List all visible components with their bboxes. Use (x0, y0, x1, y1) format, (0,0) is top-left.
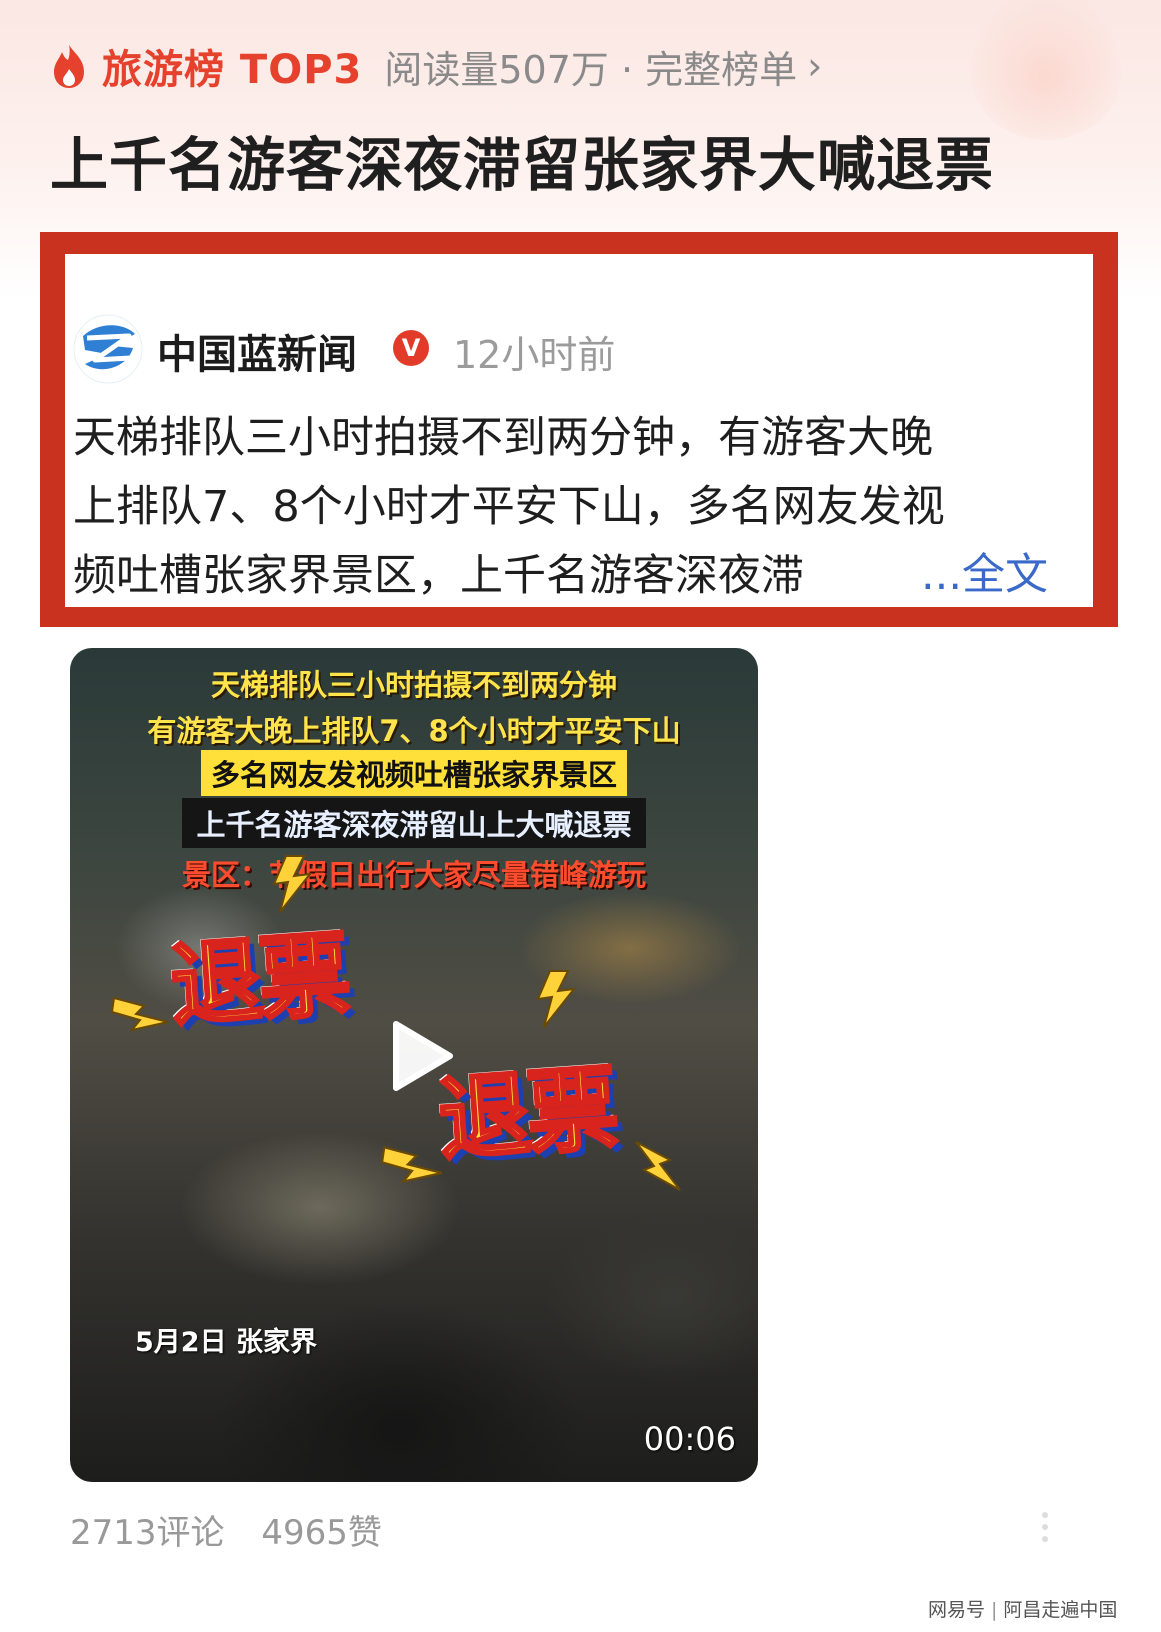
dot (1042, 1524, 1048, 1530)
watermark-separator: | (991, 1599, 998, 1621)
fire-icon (54, 45, 84, 88)
watermark: 网易号 | 阿昌走遍中国 (928, 1595, 1117, 1622)
avatar[interactable] (73, 314, 143, 384)
post-card-highlight: 中国蓝新闻 V 12小时前 天梯排队三小时拍摄不到两分钟，有游客大晚 上排队7、… (40, 232, 1118, 627)
source-name[interactable]: 中国蓝新闻 (157, 322, 357, 380)
read-full-link[interactable]: ...全文 (921, 540, 1048, 602)
post-stats: 2713评论 4965赞 (70, 1505, 408, 1554)
post-time: 12小时前 (453, 333, 616, 377)
verified-icon: V (393, 330, 429, 366)
like-count[interactable]: 4965赞 (261, 1513, 382, 1553)
dot (1042, 1512, 1048, 1518)
post-text-line: 上排队7、8个小时才平安下山，多名网友发视 (73, 482, 945, 532)
video-caption-line: 天梯排队三小时拍摄不到两分钟 (210, 668, 617, 702)
video-caption-line: 有游客大晚上排队7、8个小时才平安下山 (147, 714, 681, 748)
video-player[interactable]: 天梯排队三小时拍摄不到两分钟 有游客大晚上排队7、8个小时才平安下山 多名网友发… (70, 648, 758, 1482)
lightning-icon (380, 1145, 443, 1184)
ranking-meta[interactable]: 阅读量507万 · 完整榜单 (384, 39, 797, 94)
play-icon[interactable] (378, 1016, 458, 1096)
page-title: 上千名游客深夜滞留张家界大喊退票 (50, 131, 995, 199)
chevron-right-icon[interactable]: › (807, 44, 822, 88)
comment-count[interactable]: 2713评论 (70, 1513, 225, 1553)
video-caption-line: 多名网友发视频吐槽张家界景区 (70, 750, 758, 796)
lightning-icon (536, 970, 577, 1028)
lightning-icon (635, 1141, 681, 1191)
video-caption-text: 上千名游客深夜滞留山上大喊退票 (182, 798, 646, 848)
sticker-refund-text: 退票 (166, 919, 352, 1041)
more-dots-icon[interactable] (1042, 1512, 1050, 1548)
video-caption-line: 景区：节假日出行大家尽量错峰游玩 (181, 858, 646, 892)
watermark-account: 阿昌走遍中国 (1003, 1599, 1118, 1621)
ranking-bar[interactable]: 旅游榜 TOP3 阅读量507万 · 完整榜单 › (50, 36, 822, 96)
video-duration: 00:06 (643, 1420, 736, 1458)
post-card[interactable]: 中国蓝新闻 V 12小时前 天梯排队三小时拍摄不到两分钟，有游客大晚 上排队7、… (65, 254, 1093, 607)
watermark-platform: 网易号 (928, 1599, 986, 1621)
video-caption-text: 多名网友发视频吐槽张家界景区 (200, 750, 627, 796)
post-text-line: 天梯排队三小时拍摄不到两分钟，有游客大晚 (73, 413, 933, 463)
lightning-icon (110, 996, 169, 1032)
dot (1042, 1536, 1048, 1542)
video-date-location: 5月2日 张家界 (135, 1327, 317, 1358)
ranking-label: 旅游榜 TOP3 (102, 47, 363, 93)
video-caption-line: 上千名游客深夜滞留山上大喊退票 (70, 798, 758, 848)
sticker-refund-text: 退票 (434, 1053, 620, 1175)
